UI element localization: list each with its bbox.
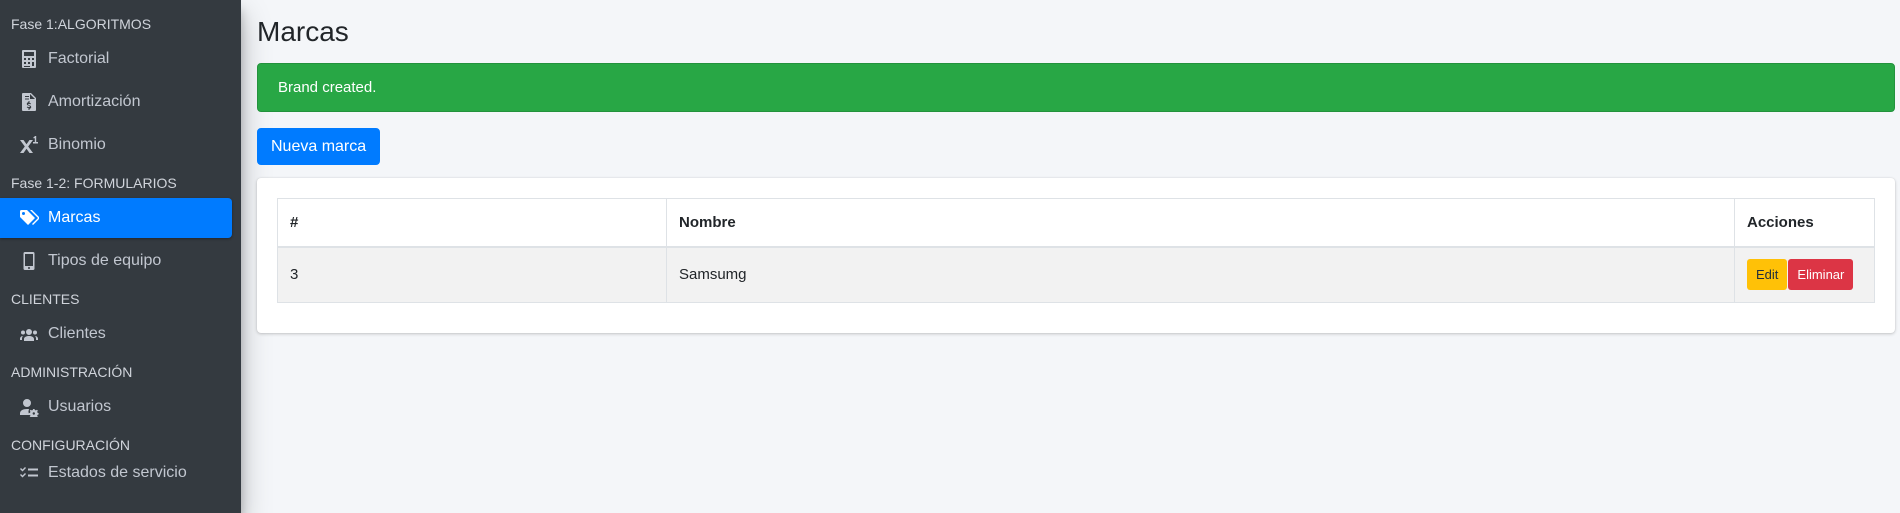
user-cog-icon xyxy=(18,396,40,418)
nav-header-configuracion: CONFIGURACIÓN xyxy=(11,437,130,453)
new-brand-button[interactable]: Nueva marca xyxy=(257,128,381,165)
sidebar-item-label: Amortización xyxy=(48,93,141,110)
table-header-row: # Nombre Acciones xyxy=(277,198,1875,248)
tags-icon xyxy=(18,207,40,229)
sidebar-item-label: Tipos de equipo xyxy=(48,252,162,269)
sidebar-item-label: Estados de servicio xyxy=(48,464,187,480)
sidebar: Fase 1:ALGORITMOS Factorial Amortización… xyxy=(0,0,241,513)
main-content: Marcas Brand created. Nueva marca # Nomb… xyxy=(241,0,1900,513)
page-title: Marcas xyxy=(257,16,349,47)
sidebar-item-label: Factorial xyxy=(48,50,110,67)
column-header-id: # xyxy=(277,198,667,248)
sidebar-item-label: Usuarios xyxy=(48,398,112,415)
sidebar-item-usuarios[interactable]: Usuarios xyxy=(0,387,232,427)
table-row: 3 Samsumg Edit Eliminar xyxy=(277,246,1875,303)
nav-header-formularios: Fase 1-2: FORMULARIOS xyxy=(11,175,177,191)
cell-name: Samsumg xyxy=(666,246,1735,303)
superscript-icon xyxy=(18,134,40,156)
nav-header-algoritmos: Fase 1:ALGORITMOS xyxy=(11,16,152,32)
tasks-icon xyxy=(18,464,40,480)
calculator-icon xyxy=(18,48,40,70)
nav-header-administracion: ADMINISTRACIÓN xyxy=(11,364,133,380)
brands-table: # Nombre Acciones 3 Samsumg Edit Eliminar xyxy=(277,198,1875,303)
column-header-name: Nombre xyxy=(666,198,1735,248)
sidebar-item-estados-de-servicio[interactable]: Estados de servicio xyxy=(0,460,232,480)
sidebar-item-label: Clientes xyxy=(48,325,106,342)
sidebar-item-marcas[interactable]: Marcas xyxy=(0,198,232,238)
cell-id: 3 xyxy=(277,246,667,303)
users-icon xyxy=(18,323,40,345)
sidebar-item-label: Marcas xyxy=(48,209,101,226)
nav-header-clientes: CLIENTES xyxy=(11,291,80,307)
file-invoice-dollar-icon xyxy=(18,91,40,113)
sidebar-item-clientes[interactable]: Clientes xyxy=(0,314,232,354)
sidebar-item-factorial[interactable]: Factorial xyxy=(0,39,232,79)
column-header-actions: Acciones xyxy=(1734,198,1875,248)
sidebar-item-tipos-de-equipo[interactable]: Tipos de equipo xyxy=(0,241,232,281)
edit-button[interactable]: Edit xyxy=(1747,259,1788,291)
success-alert: Brand created. xyxy=(257,63,1895,112)
sidebar-item-binomio[interactable]: Binomio xyxy=(0,125,232,165)
sidebar-item-amortizacion[interactable]: Amortización xyxy=(0,82,232,122)
cell-actions: Edit Eliminar xyxy=(1734,246,1875,303)
brands-card: # Nombre Acciones 3 Samsumg Edit Eliminar xyxy=(257,178,1895,333)
delete-button[interactable]: Eliminar xyxy=(1788,259,1854,291)
sidebar-item-label: Binomio xyxy=(48,136,106,153)
mobile-icon xyxy=(18,250,40,272)
